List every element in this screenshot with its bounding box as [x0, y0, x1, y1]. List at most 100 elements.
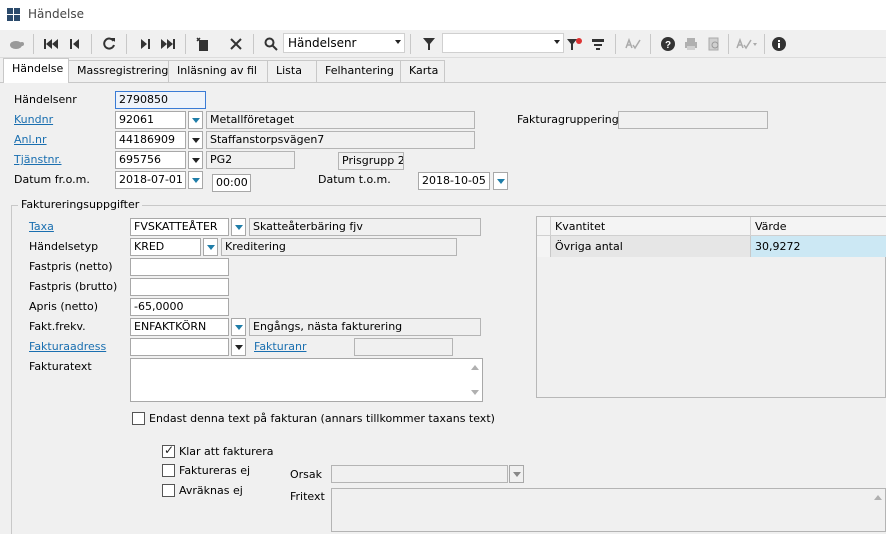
print-preview-icon[interactable] — [703, 33, 725, 55]
fakturatext-textarea[interactable] — [130, 358, 483, 402]
delete-icon[interactable] — [225, 33, 247, 55]
fastpris-brutto-input[interactable] — [130, 278, 229, 296]
row-selector[interactable] — [537, 236, 550, 257]
klar-att-fakturera-label: Klar att fakturera — [179, 445, 274, 458]
scroll-up-icon — [874, 495, 882, 500]
fakturanr-input — [354, 338, 453, 356]
print-icon[interactable] — [680, 33, 702, 55]
grid-header: Kvantitet Värde — [537, 217, 886, 236]
datum-from-calendar[interactable] — [188, 171, 203, 189]
search-field-select[interactable]: Händelsenr — [283, 33, 405, 53]
column-kvantitet[interactable]: Kvantitet — [550, 217, 750, 236]
scroll-up-icon[interactable] — [471, 365, 479, 370]
clear-filter-icon[interactable] — [564, 33, 586, 55]
apris-netto-label: Apris (netto) — [29, 300, 98, 313]
next-record-icon[interactable] — [134, 33, 156, 55]
fakt-frekv-dropdown[interactable] — [231, 318, 246, 336]
first-record-icon[interactable] — [40, 33, 62, 55]
avraknas-ej-label: Avräknas ej — [179, 484, 243, 497]
previous-record-icon[interactable] — [64, 33, 86, 55]
handelsetyp-input[interactable]: KRED — [130, 238, 201, 256]
fakturagruppering-input — [618, 111, 768, 129]
anlnr-link[interactable]: Anl.nr — [14, 133, 47, 146]
refresh-icon[interactable] — [98, 33, 120, 55]
fakt-frekv-input[interactable]: ENFAKTKÖRN — [130, 318, 229, 336]
title-bar: Händelse — [0, 0, 886, 30]
cell-varde[interactable]: 30,9272 — [750, 236, 886, 257]
fakturaadress-link[interactable]: Fakturaadress — [29, 340, 106, 353]
handelsetyp-name: Kreditering — [221, 238, 457, 256]
table-row[interactable]: Övriga antal 30,9272 — [537, 236, 886, 257]
tab-inlasning[interactable]: Inläsning av fil — [168, 60, 268, 82]
scroll-down-icon[interactable] — [471, 390, 479, 395]
kundnr-link[interactable]: Kundnr — [14, 113, 53, 126]
tab-massregistrering[interactable]: Massregistrering — [68, 60, 169, 82]
kundnr-name: Metallföretaget — [206, 111, 475, 129]
svg-text:?: ? — [665, 40, 671, 51]
datum-from-input[interactable]: 2018-07-01 — [115, 171, 186, 189]
faktureras-ej-label: Faktureras ej — [179, 464, 251, 477]
info-icon[interactable] — [768, 33, 790, 55]
kundnr-dropdown[interactable] — [188, 111, 203, 129]
fakt-frekv-name: Engångs, nästa fakturering — [249, 318, 481, 336]
spellcheck-dropdown-icon[interactable] — [734, 33, 760, 55]
help-icon[interactable]: ? — [657, 33, 679, 55]
fakturaadress-dropdown[interactable] — [231, 338, 246, 356]
filter-icon[interactable] — [418, 33, 440, 55]
fakturatext-label: Fakturatext — [29, 360, 92, 373]
spellcheck-icon[interactable] — [622, 33, 644, 55]
endast-text-label: Endast denna text på fakturan (annars ti… — [149, 412, 495, 425]
cell-kvantitet[interactable]: Övriga antal — [550, 236, 750, 257]
tab-strip: Händelse Massregistrering Inläsning av f… — [0, 58, 886, 83]
tab-karta[interactable]: Karta — [400, 60, 445, 82]
app-grid-icon — [7, 8, 20, 21]
filter-select[interactable] — [442, 33, 564, 53]
datum-from-label: Datum fr.o.m. — [14, 173, 90, 186]
turtle-icon[interactable] — [5, 33, 27, 55]
handelsenr-label: Händelsenr — [14, 93, 77, 106]
column-varde[interactable]: Värde — [750, 217, 886, 236]
orsak-label: Orsak — [290, 468, 323, 481]
time-from-input[interactable]: 00:00 — [212, 174, 251, 192]
orsak-dropdown — [509, 465, 524, 483]
fastpris-netto-input[interactable] — [130, 258, 229, 276]
anlnr-input[interactable]: 44186909 — [115, 131, 186, 149]
tab-lista[interactable]: Lista — [267, 60, 317, 82]
fritext-textarea — [331, 488, 886, 532]
new-document-icon[interactable] — [192, 33, 214, 55]
filter-lines-icon[interactable] — [587, 33, 609, 55]
fakturanr-link[interactable]: Fakturanr — [254, 340, 306, 353]
tjanstnr-link[interactable]: Tjänstnr. — [14, 153, 62, 166]
datum-tom-label: Datum t.o.m. — [318, 173, 391, 186]
tab-handelse[interactable]: Händelse — [3, 58, 69, 83]
taxa-link[interactable]: Taxa — [29, 220, 54, 233]
datum-tom-calendar[interactable] — [493, 172, 508, 190]
handelsetyp-label: Händelsetyp — [29, 240, 99, 253]
avraknas-ej-checkbox[interactable] — [162, 484, 175, 497]
orsak-input — [331, 465, 508, 483]
fakt-frekv-label: Fakt.frekv. — [29, 320, 86, 333]
kundnr-input[interactable]: 92061 — [115, 111, 186, 129]
fakturaadress-input[interactable] — [130, 338, 229, 356]
anlnr-name: Staffanstorpsvägen7 — [206, 131, 475, 149]
taxa-input[interactable]: FVSKATTEÅTER — [130, 218, 229, 236]
tjanstnr-input[interactable]: 695756 — [115, 151, 186, 169]
quantity-grid: Kvantitet Värde Övriga antal 30,9272 — [536, 216, 886, 398]
fritext-label: Fritext — [290, 490, 325, 503]
taxa-dropdown[interactable] — [231, 218, 246, 236]
klar-att-fakturera-checkbox[interactable] — [162, 443, 175, 458]
apris-netto-input[interactable]: -65,0000 — [130, 298, 229, 316]
endast-text-checkbox[interactable] — [132, 412, 145, 425]
search-icon[interactable] — [260, 33, 282, 55]
handelsetyp-dropdown[interactable] — [203, 238, 218, 256]
tab-felhantering[interactable]: Felhantering — [316, 60, 401, 82]
taxa-name: Skatteåterbäring fjv — [249, 218, 481, 236]
anlnr-dropdown[interactable] — [188, 131, 203, 149]
tjanstnr-name: PG2 — [206, 151, 295, 169]
faktureras-ej-checkbox[interactable] — [162, 464, 175, 477]
last-record-icon[interactable] — [157, 33, 179, 55]
handelsenr-input[interactable]: 2790850 — [115, 91, 206, 109]
tjanstnr-dropdown[interactable] — [188, 151, 203, 169]
datum-tom-input[interactable]: 2018-10-05 — [418, 172, 490, 190]
prisgrupp-field: Prisgrupp 2 — [338, 152, 404, 170]
